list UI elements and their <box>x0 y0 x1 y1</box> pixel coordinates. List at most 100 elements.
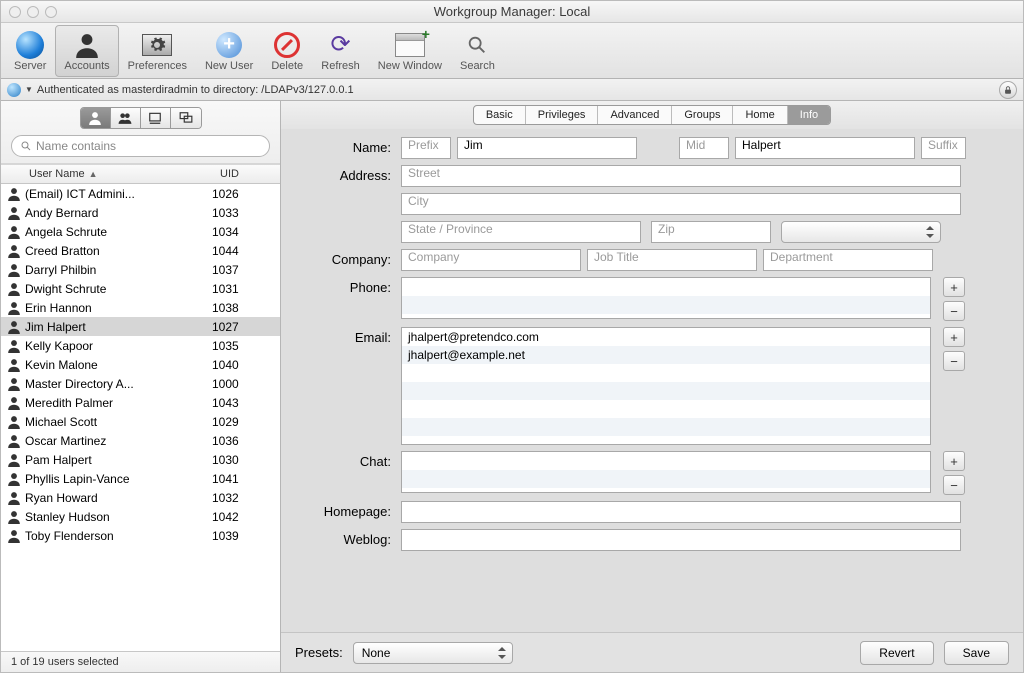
toolbar-refresh[interactable]: ⟳ Refresh <box>312 25 369 77</box>
user-icon <box>88 111 102 125</box>
directory-globe-icon[interactable] <box>7 83 21 97</box>
user-row[interactable]: Phyllis Lapin-Vance1041 <box>1 469 280 488</box>
revert-button[interactable]: Revert <box>860 641 933 665</box>
chat-remove-button[interactable]: − <box>943 475 965 495</box>
user-row[interactable]: Darryl Philbin1037 <box>1 260 280 279</box>
jobtitle-field[interactable]: Job Title <box>587 249 757 271</box>
country-popup[interactable] <box>781 221 941 243</box>
state-field[interactable]: State / Province <box>401 221 641 243</box>
user-uid-cell: 1026 <box>212 187 278 201</box>
user-row[interactable]: Andy Bernard1033 <box>1 203 280 222</box>
street-field[interactable]: Street <box>401 165 961 187</box>
tab-home[interactable]: Home <box>733 106 787 124</box>
user-row[interactable]: Pam Halpert1030 <box>1 450 280 469</box>
weblog-field[interactable] <box>401 529 961 551</box>
email-remove-button[interactable]: − <box>943 351 965 371</box>
email-row[interactable] <box>402 364 930 382</box>
suffix-field[interactable]: Suffix <box>921 137 966 159</box>
user-row[interactable]: Michael Scott1029 <box>1 412 280 431</box>
chat-add-button[interactable]: + <box>943 451 965 471</box>
first-name-field[interactable]: Jim <box>457 137 637 159</box>
computer-group-icon <box>179 111 193 125</box>
user-uid-cell: 1044 <box>212 244 278 258</box>
phone-list[interactable] <box>401 277 931 319</box>
auth-status-text: Authenticated as masterdiradmin to direc… <box>37 84 354 96</box>
user-row[interactable]: Angela Schrute1034 <box>1 222 280 241</box>
user-row[interactable]: (Email) ICT Admini...1026 <box>1 184 280 203</box>
scope-computers[interactable] <box>141 108 171 128</box>
directory-menu-chevron-icon[interactable]: ▼ <box>25 85 33 94</box>
department-field[interactable]: Department <box>763 249 933 271</box>
prefix-field[interactable]: Prefix <box>401 137 451 159</box>
group-icon <box>118 111 132 125</box>
toolbar-new-window[interactable]: New Window <box>369 25 451 77</box>
company-field[interactable]: Company <box>401 249 581 271</box>
person-icon <box>7 529 21 543</box>
scope-groups[interactable] <box>111 108 141 128</box>
email-row[interactable] <box>402 382 930 400</box>
save-button[interactable]: Save <box>944 641 1009 665</box>
user-list-header: User Name▲ UID <box>1 164 280 184</box>
chat-list[interactable] <box>401 451 931 493</box>
user-row[interactable]: Meredith Palmer1043 <box>1 393 280 412</box>
email-add-button[interactable]: + <box>943 327 965 347</box>
label-homepage: Homepage: <box>281 501 401 519</box>
scope-computer-groups[interactable] <box>171 108 201 128</box>
presets-popup[interactable]: None <box>353 642 513 664</box>
person-icon <box>7 282 21 296</box>
toolbar-search[interactable]: Search <box>451 25 504 77</box>
app-window: Workgroup Manager: Local Server Accounts… <box>0 0 1024 673</box>
zip-field[interactable]: Zip <box>651 221 771 243</box>
user-list[interactable]: (Email) ICT Admini...1026Andy Bernard103… <box>1 184 280 651</box>
phone-add-button[interactable]: + <box>943 277 965 297</box>
user-row[interactable]: Kevin Malone1040 <box>1 355 280 374</box>
email-row[interactable] <box>402 400 930 418</box>
tab-advanced[interactable]: Advanced <box>598 106 672 124</box>
toolbar-accounts[interactable]: Accounts <box>55 25 118 77</box>
email-list[interactable]: jhalpert@pretendco.comjhalpert@example.n… <box>401 327 931 445</box>
user-name-cell: Erin Hannon <box>25 301 212 315</box>
tab-privileges[interactable]: Privileges <box>526 106 599 124</box>
user-row[interactable]: Dwight Schrute1031 <box>1 279 280 298</box>
tab-basic[interactable]: Basic <box>474 106 526 124</box>
accounts-icon <box>74 32 100 58</box>
col-user-name[interactable]: User Name▲ <box>23 165 214 183</box>
user-name-cell: Andy Bernard <box>25 206 212 220</box>
person-icon <box>7 225 21 239</box>
phone-remove-button[interactable]: − <box>943 301 965 321</box>
user-row[interactable]: Ryan Howard1032 <box>1 488 280 507</box>
lock-button[interactable] <box>999 81 1017 99</box>
mid-name-field[interactable]: Mid <box>679 137 729 159</box>
user-row[interactable]: Stanley Hudson1042 <box>1 507 280 526</box>
user-row[interactable]: Toby Flenderson1039 <box>1 526 280 545</box>
search-input[interactable]: Name contains <box>11 135 270 157</box>
toolbar-server[interactable]: Server <box>5 25 55 77</box>
user-row[interactable]: Jim Halpert1027 <box>1 317 280 336</box>
window-title: Workgroup Manager: Local <box>1 4 1023 19</box>
tab-info[interactable]: Info <box>788 106 830 124</box>
toolbar-preferences[interactable]: Preferences <box>119 25 196 77</box>
last-name-field[interactable]: Halpert <box>735 137 915 159</box>
toolbar-delete[interactable]: Delete <box>262 25 312 77</box>
email-row[interactable] <box>402 418 930 436</box>
person-icon <box>7 472 21 486</box>
user-row[interactable]: Creed Bratton1044 <box>1 241 280 260</box>
scope-users[interactable] <box>81 108 111 128</box>
user-uid-cell: 1027 <box>212 320 278 334</box>
email-row[interactable]: jhalpert@pretendco.com <box>402 328 930 346</box>
col-uid[interactable]: UID <box>214 165 280 183</box>
user-uid-cell: 1029 <box>212 415 278 429</box>
city-field[interactable]: City <box>401 193 961 215</box>
user-row[interactable]: Oscar Martinez1036 <box>1 431 280 450</box>
user-row[interactable]: Erin Hannon1038 <box>1 298 280 317</box>
label-weblog: Weblog: <box>281 529 401 547</box>
person-icon <box>7 453 21 467</box>
email-row[interactable]: jhalpert@example.net <box>402 346 930 364</box>
user-row[interactable]: Master Directory A...1000 <box>1 374 280 393</box>
homepage-field[interactable] <box>401 501 961 523</box>
user-uid-cell: 1035 <box>212 339 278 353</box>
tab-groups[interactable]: Groups <box>672 106 733 124</box>
user-row[interactable]: Kelly Kapoor1035 <box>1 336 280 355</box>
user-name-cell: Angela Schrute <box>25 225 212 239</box>
toolbar-new-user[interactable]: + New User <box>196 25 262 77</box>
